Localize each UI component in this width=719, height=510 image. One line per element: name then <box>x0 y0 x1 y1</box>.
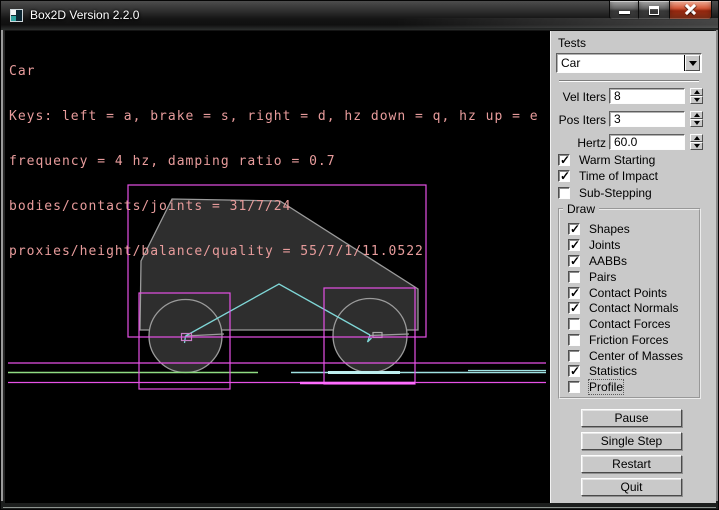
arrow-up-icon <box>694 136 700 140</box>
checkbox-box: ✓ <box>568 365 580 377</box>
arrow-down-icon <box>694 144 700 148</box>
checkbox-box: ✓ <box>558 170 570 182</box>
spinner-up-button[interactable] <box>690 111 703 119</box>
checkbox-box: ✓ <box>568 255 580 267</box>
draw-group-label: Draw <box>563 202 599 216</box>
checkbox-box: ✓ <box>568 223 580 235</box>
caption-button-group <box>609 1 712 20</box>
checkbox-label: Pairs <box>589 270 616 284</box>
checkbox-label: Profile <box>589 380 623 394</box>
chevron-down-icon <box>689 61 697 66</box>
spinner-up-button[interactable] <box>690 134 703 142</box>
checkbox-box: ✓ <box>558 154 570 166</box>
check-icon: ✓ <box>570 364 580 378</box>
checkbox-box: ✓ <box>568 287 580 299</box>
simulation-canvas[interactable]: Car Keys: left = a, brake = s, right = d… <box>5 31 550 503</box>
single-step-button[interactable]: Single Step <box>581 432 682 450</box>
checkbox-box <box>568 271 580 283</box>
checkbox-label: Contact Points <box>589 286 667 300</box>
check-icon: ✓ <box>570 238 580 252</box>
checkbox-label: Shapes <box>589 222 630 236</box>
vel-iters-row: Vel Iters 8 <box>551 88 716 105</box>
hertz-spinner <box>690 134 703 151</box>
spinner-down-button[interactable] <box>690 142 703 150</box>
restart-button[interactable]: Restart <box>581 455 682 473</box>
hertz-row: Hertz 60.0 <box>551 134 716 151</box>
checkbox-label: Friction Forces <box>589 333 668 347</box>
control-panel: Tests Car Vel Iters 8 Pos Iters 3 <box>550 31 716 503</box>
minimize-icon <box>619 11 630 14</box>
quit-button[interactable]: Quit <box>581 478 682 496</box>
hertz-input[interactable]: 60.0 <box>609 134 685 150</box>
spinner-up-button[interactable] <box>690 88 703 96</box>
tests-dropdown[interactable]: Car <box>556 53 702 73</box>
arrow-up-icon <box>694 90 700 94</box>
debug-text-overlay: Car Keys: left = a, brake = s, right = d… <box>9 34 539 289</box>
minimize-button[interactable] <box>609 1 639 20</box>
checkbox-label: Joints <box>589 238 620 252</box>
check-icon: ✓ <box>570 222 580 236</box>
checkbox-label: Contact Forces <box>589 317 670 331</box>
checkbox-label: Warm Starting <box>579 153 655 167</box>
keys-help-text: Keys: left = a, brake = s, right = d, hz… <box>9 109 539 124</box>
checkbox-label: Statistics <box>589 364 637 378</box>
check-icon: ✓ <box>570 301 580 315</box>
pause-button[interactable]: Pause <box>581 409 682 427</box>
vel-iters-label: Vel Iters <box>551 90 606 104</box>
checkbox-box <box>568 318 580 330</box>
checkbox-box <box>568 350 580 362</box>
maximize-icon <box>649 6 659 15</box>
window-title: Box2D Version 2.2.0 <box>30 8 139 22</box>
pos-iters-spinner <box>690 111 703 128</box>
arrow-down-icon <box>694 98 700 102</box>
check-icon: ✓ <box>560 169 570 183</box>
checkbox-label: Sub-Stepping <box>579 186 652 200</box>
arrow-down-icon <box>694 121 700 125</box>
checkbox-label: Contact Normals <box>589 301 678 315</box>
separator-line <box>559 80 699 82</box>
close-icon <box>684 3 697 16</box>
spinner-down-button[interactable] <box>690 119 703 127</box>
pos-iters-label: Pos Iters <box>551 113 606 127</box>
pos-iters-row: Pos Iters 3 <box>551 111 716 128</box>
checkbox-box: ✓ <box>568 239 580 251</box>
client-area: Car Keys: left = a, brake = s, right = d… <box>5 31 716 503</box>
hertz-label: Hertz <box>551 136 606 150</box>
checkbox-box <box>568 334 580 346</box>
check-icon: ✓ <box>560 153 570 167</box>
vel-iters-spinner <box>690 88 703 105</box>
proxies-stats-text: proxies/height/balance/quality = 55/7/1/… <box>9 244 539 259</box>
checkbox-label: AABBs <box>589 254 627 268</box>
title-bar: Box2D Version 2.2.0 <box>1 1 718 30</box>
maximize-button[interactable] <box>639 1 669 20</box>
check-icon: ✓ <box>570 286 580 300</box>
spinner-down-button[interactable] <box>690 96 703 104</box>
checkbox-label: Time of Impact <box>579 169 658 183</box>
checkbox-label: Center of Masses <box>589 349 683 363</box>
vel-iters-input[interactable]: 8 <box>609 88 685 104</box>
test-title-text: Car <box>9 64 539 79</box>
frequency-text: frequency = 4 hz, damping ratio = 0.7 <box>9 154 539 169</box>
tests-label: Tests <box>558 36 586 50</box>
bodies-stats-text: bodies/contacts/joints = 31/7/24 <box>9 199 539 214</box>
checkbox-box <box>568 381 580 393</box>
check-icon: ✓ <box>570 254 580 268</box>
app-icon <box>10 9 23 22</box>
box2d-testbed-window: Box2D Version 2.2.0 <box>0 0 719 510</box>
tests-dropdown-value: Car <box>561 56 580 70</box>
arrow-up-icon <box>694 113 700 117</box>
pos-iters-input[interactable]: 3 <box>609 111 685 127</box>
checkbox-box: ✓ <box>568 302 580 314</box>
tests-dropdown-button[interactable] <box>685 55 700 71</box>
checkbox-box <box>558 187 570 199</box>
close-button[interactable] <box>669 1 712 20</box>
